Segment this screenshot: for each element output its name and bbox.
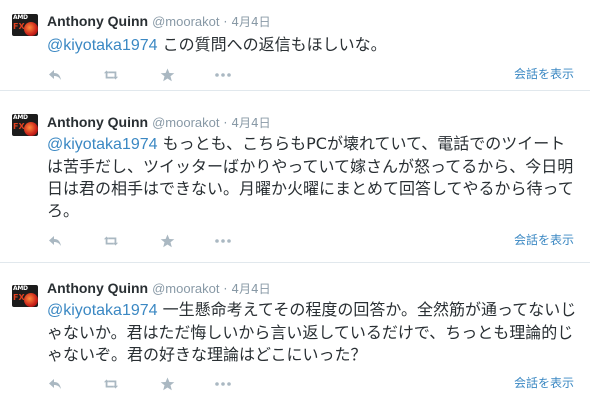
reply-icon[interactable] xyxy=(47,376,63,392)
mention-link[interactable]: @kiyotaka1974 xyxy=(47,37,158,54)
tweet[interactable]: AMD FX Anthony Quinn @moorakot · 4月4日 @kiyo… xyxy=(0,91,590,263)
avatar-series-text: FX xyxy=(13,122,25,131)
tweet-actions xyxy=(47,67,271,83)
view-conversation-link[interactable]: 会話を表示 xyxy=(514,232,574,248)
view-conversation-link[interactable]: 会話を表示 xyxy=(514,375,574,391)
retweet-icon[interactable] xyxy=(103,376,119,392)
tweet-date[interactable]: 4月4日 xyxy=(231,282,270,296)
avatar[interactable]: AMD FX xyxy=(12,14,38,36)
author-handle[interactable]: @moorakot xyxy=(152,115,219,130)
mention-link[interactable]: @kiyotaka1974 xyxy=(47,302,158,319)
reply-icon[interactable] xyxy=(47,67,63,83)
tweet-actions xyxy=(47,233,271,249)
star-icon[interactable] xyxy=(159,233,175,249)
author-handle[interactable]: @moorakot xyxy=(152,281,219,296)
mention-link[interactable]: @kiyotaka1974 xyxy=(47,136,158,153)
tweet-text: @kiyotaka1974 一生懸命考えてその程度の回答か。全然筋が通ってないじ… xyxy=(47,299,581,366)
tweet-header: Anthony Quinn @moorakot · 4月4日 xyxy=(47,113,271,131)
more-dots-icon[interactable] xyxy=(215,233,231,249)
author-name[interactable]: Anthony Quinn xyxy=(47,13,148,29)
tweet-date[interactable]: 4月4日 xyxy=(231,116,270,130)
avatar-brand-text: AMD xyxy=(13,14,28,21)
separator-dot: · xyxy=(223,116,228,130)
avatar-chip-graphic xyxy=(24,22,38,36)
author-name[interactable]: Anthony Quinn xyxy=(47,280,148,296)
tweet-text: @kiyotaka1974 この質問への返信もほしいな。 xyxy=(47,34,581,57)
retweet-icon[interactable] xyxy=(103,233,119,249)
author-handle[interactable]: @moorakot xyxy=(152,14,219,29)
more-dots-icon[interactable] xyxy=(215,376,231,392)
tweet-body: この質問への返信もほしいな。 xyxy=(157,35,387,54)
avatar-chip-graphic xyxy=(24,293,38,307)
separator-dot: · xyxy=(223,282,228,296)
separator-dot: · xyxy=(223,15,228,29)
avatar-series-text: FX xyxy=(13,22,25,31)
avatar-brand-text: AMD xyxy=(13,285,28,292)
author-name[interactable]: Anthony Quinn xyxy=(47,114,148,130)
star-icon[interactable] xyxy=(159,67,175,83)
tweet-text: @kiyotaka1974 もっとも、こちらもPCが壊れていて、電話でのツイート… xyxy=(47,133,581,222)
tweet[interactable]: AMD FX Anthony Quinn @moorakot · 4月4日 @kiyo… xyxy=(0,0,590,91)
tweet[interactable]: AMD FX Anthony Quinn @moorakot · 4月4日 @kiyo… xyxy=(0,263,590,412)
more-dots-icon[interactable] xyxy=(215,67,231,83)
tweet-header: Anthony Quinn @moorakot · 4月4日 xyxy=(47,279,271,297)
tweet-date[interactable]: 4月4日 xyxy=(231,15,270,29)
reply-icon[interactable] xyxy=(47,233,63,249)
retweet-icon[interactable] xyxy=(103,67,119,83)
tweet-actions xyxy=(47,376,271,392)
star-icon[interactable] xyxy=(159,376,175,392)
avatar-series-text: FX xyxy=(13,293,25,302)
avatar[interactable]: AMD FX xyxy=(12,114,38,136)
avatar-chip-graphic xyxy=(24,122,38,136)
tweet-header: Anthony Quinn @moorakot · 4月4日 xyxy=(47,12,271,30)
avatar-brand-text: AMD xyxy=(13,114,28,121)
avatar[interactable]: AMD FX xyxy=(12,285,38,307)
view-conversation-link[interactable]: 会話を表示 xyxy=(514,66,574,82)
tweet-timeline: AMD FX Anthony Quinn @moorakot · 4月4日 @kiyo… xyxy=(0,0,590,412)
